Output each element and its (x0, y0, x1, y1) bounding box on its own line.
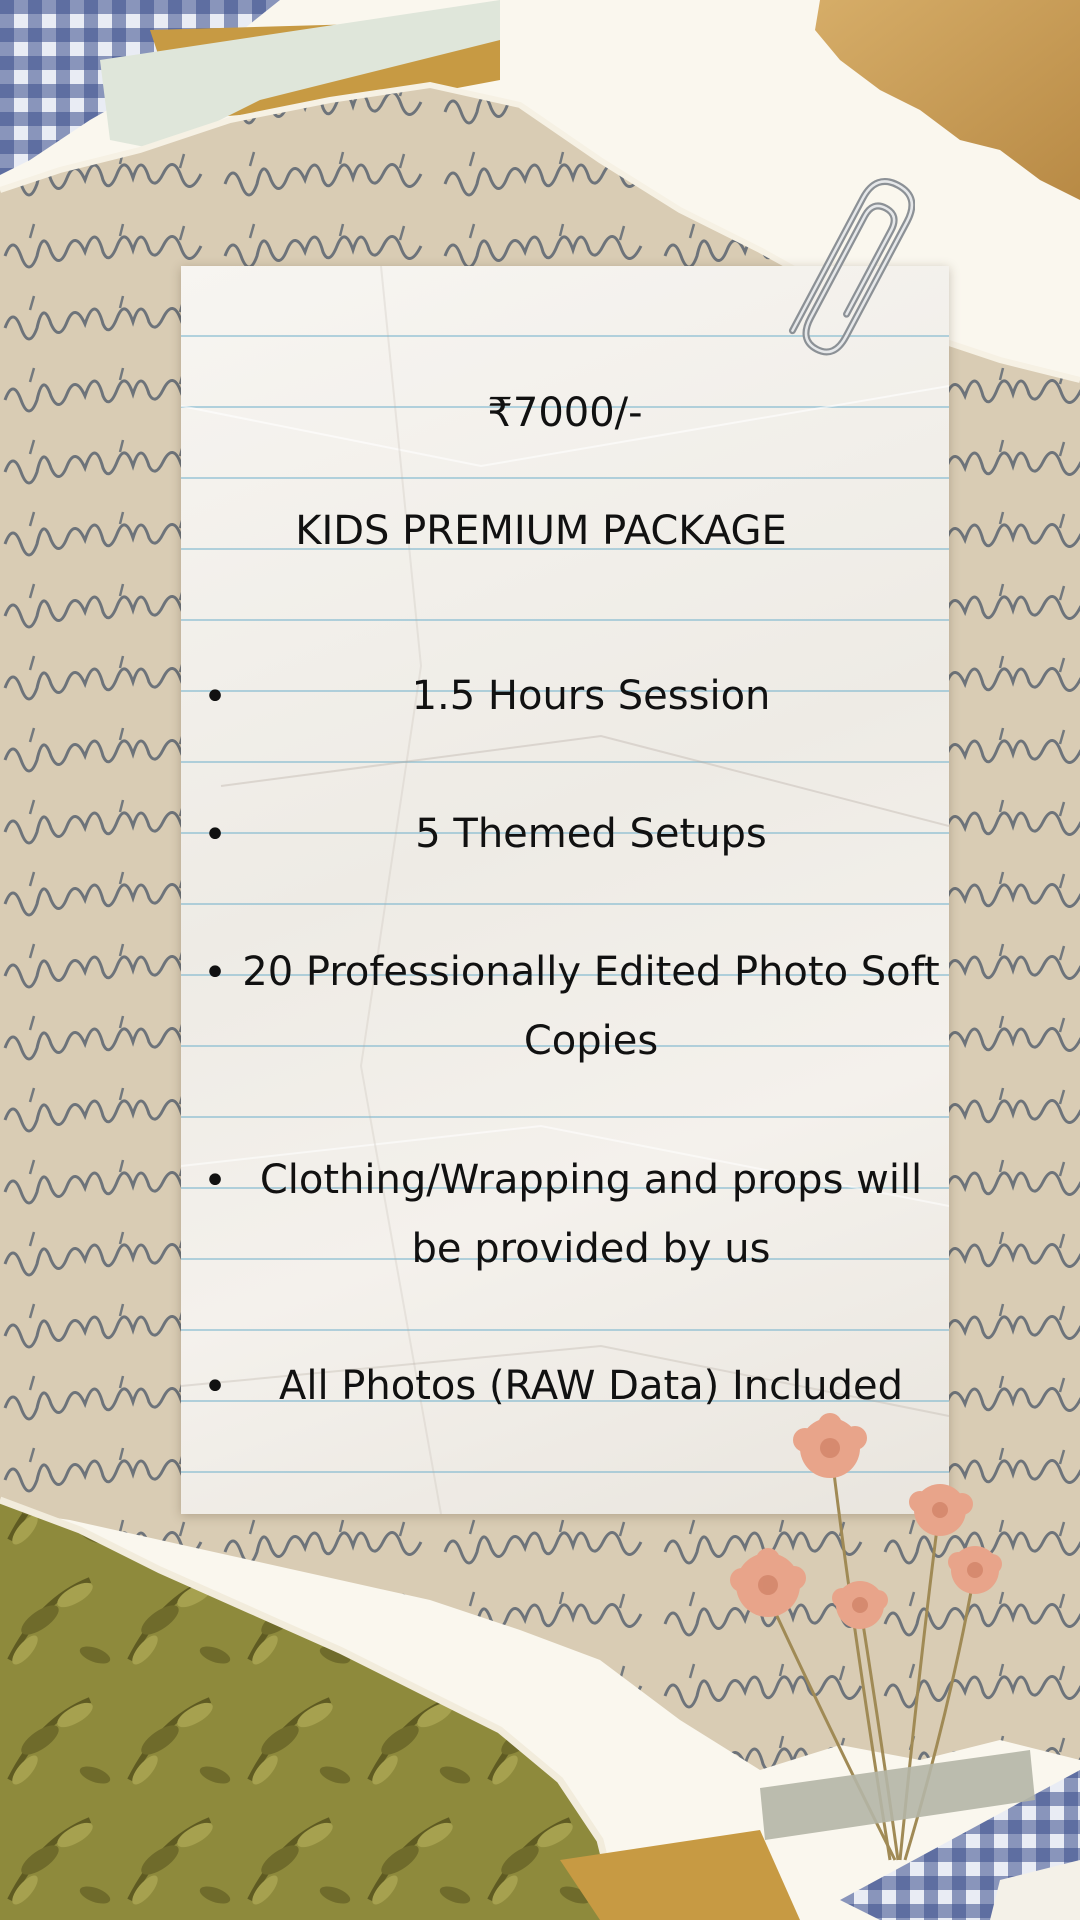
list-item: 20 Professionally Edited Photo Soft Copi… (242, 949, 940, 1064)
masking-tape-icon (760, 1750, 1035, 1840)
list-item: 5 Themed Setups (415, 811, 767, 857)
paper-texture (181, 266, 949, 1514)
list-bullet: • (203, 1158, 227, 1204)
poster: ₹7000/- KIDS PREMIUM PACKAGE • 1.5 Hours… (0, 0, 1080, 1920)
list-bullet: • (203, 674, 227, 720)
pressed-flowers-icon (730, 1413, 1035, 1861)
package-title: KIDS PREMIUM PACKAGE (295, 508, 787, 554)
list-item: Clothing/Wrapping and props will be prov… (259, 1157, 923, 1272)
package-price: ₹7000/- (487, 390, 643, 436)
list-bullet: • (203, 1364, 227, 1410)
note-card: ₹7000/- KIDS PREMIUM PACKAGE • 1.5 Hours… (181, 266, 949, 1514)
list-bullet: • (203, 812, 227, 858)
list-bullet: • (203, 950, 227, 996)
paperclip-icon (788, 178, 915, 356)
list-item: 1.5 Hours Session (411, 673, 771, 719)
